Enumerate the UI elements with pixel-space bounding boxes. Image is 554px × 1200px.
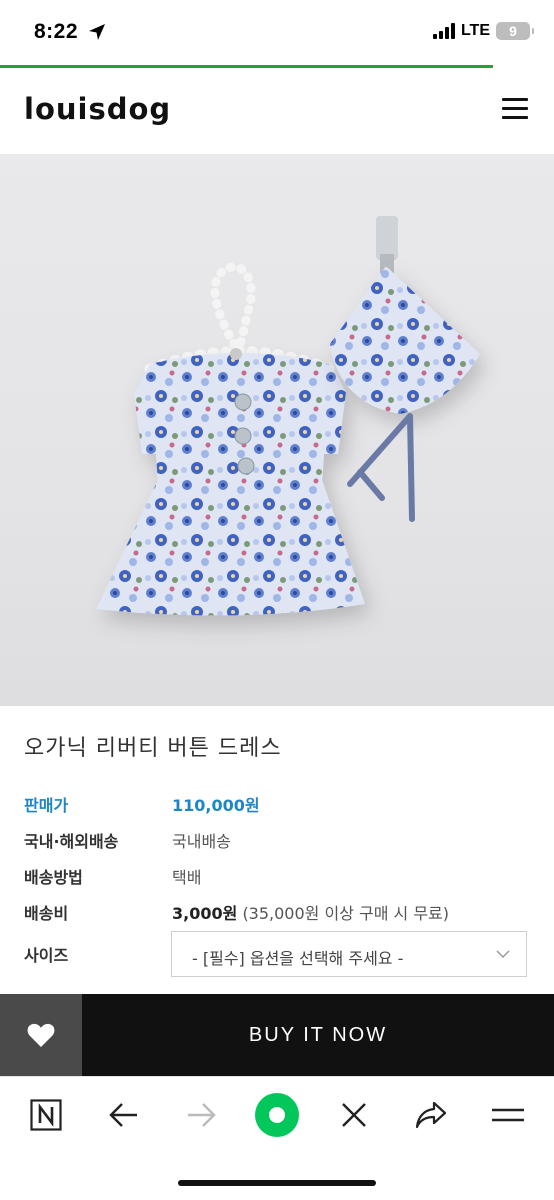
signal-icon <box>432 23 455 39</box>
location-arrow-icon <box>89 24 105 40</box>
shipping-region-value: 국내배송 <box>172 832 231 851</box>
forward-arrow-icon[interactable] <box>181 1095 221 1135</box>
network-label: LTE <box>460 22 490 39</box>
shipping-method-label: 배송방법 <box>24 868 83 887</box>
size-select-value: - [필수] 옵션을 선택해 주세요 - <box>192 949 404 968</box>
shipping-fee-row: 배송비 3,000원 (35,000원 이상 구매 시 무료) <box>24 900 534 926</box>
share-icon[interactable] <box>411 1095 451 1135</box>
site-header: louisdog <box>0 68 554 154</box>
price-row: 판매가 110,000원 <box>24 792 534 818</box>
size-label: 사이즈 <box>24 946 69 965</box>
hamburger-menu-icon[interactable] <box>502 98 528 120</box>
shipping-method-value: 택배 <box>172 868 202 887</box>
price-value: 110,000원 <box>172 796 260 815</box>
shipping-method-row: 배송방법 택배 <box>24 864 534 890</box>
buy-it-now-button[interactable]: BUY IT NOW <box>82 994 554 1076</box>
status-bar: 8:22 LTE 9 <box>0 0 554 66</box>
product-title: 오가닉 리버티 버튼 드레스 <box>24 736 282 761</box>
shipping-fee-label: 배송비 <box>24 904 69 923</box>
price-label: 판매가 <box>24 796 69 815</box>
chevron-down-icon <box>496 950 510 959</box>
shipping-fee-amount: 3,000원 <box>172 904 238 923</box>
status-time: 8:22 <box>34 20 79 43</box>
shipping-region-label: 국내·해외배송 <box>24 832 119 851</box>
back-arrow-icon[interactable] <box>104 1095 144 1135</box>
size-option-select[interactable]: - [필수] 옵션을 선택해 주세요 - <box>171 931 527 977</box>
naver-icon[interactable] <box>26 1095 66 1135</box>
heart-icon <box>27 1023 55 1047</box>
menu-icon[interactable] <box>488 1095 528 1135</box>
green-home-icon[interactable] <box>254 1092 300 1138</box>
wishlist-button[interactable] <box>0 994 82 1076</box>
shipping-fee-value: 3,000원 (35,000원 이상 구매 시 무료) <box>172 900 449 924</box>
battery-icon: 9 <box>496 22 534 40</box>
shipping-fee-note: (35,000원 이상 구매 시 무료) <box>242 904 450 923</box>
product-image[interactable] <box>0 154 554 706</box>
home-indicator[interactable] <box>178 1180 376 1186</box>
status-indicators: LTE 9 <box>432 22 534 40</box>
purchase-action-bar: BUY IT NOW <box>0 994 554 1076</box>
product-photo <box>96 216 480 616</box>
site-logo[interactable]: louisdog <box>24 92 171 126</box>
close-icon[interactable] <box>334 1095 374 1135</box>
shipping-region-row: 국내·해외배송 국내배송 <box>24 828 534 854</box>
